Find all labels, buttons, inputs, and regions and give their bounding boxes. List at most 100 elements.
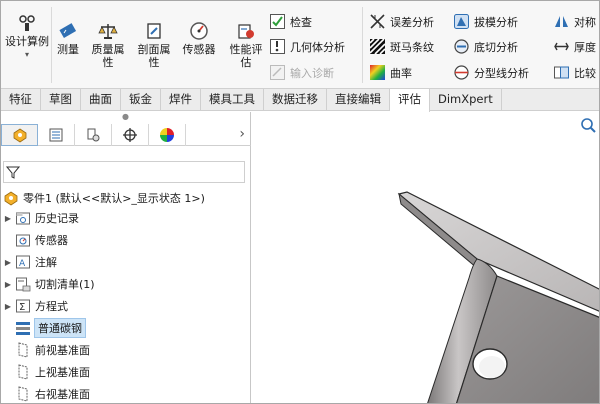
symmetry-check-label: 对称 — [574, 15, 596, 29]
symmetry-check-button[interactable]: 对称 — [553, 13, 596, 30]
tab-evaluate[interactable]: 评估 — [390, 89, 430, 112]
measure-button[interactable]: 测量 — [53, 21, 83, 56]
tree-item-label: 上视基准面 — [35, 366, 90, 379]
graphics-viewport[interactable] — [251, 112, 599, 403]
panel-grip-icon[interactable]: ● — [1, 112, 250, 124]
curvature-label: 曲率 — [390, 66, 412, 80]
sheet-metal-part — [397, 191, 599, 403]
tab-weldments[interactable]: 焊件 — [161, 89, 201, 111]
draft-analysis-button[interactable]: 拔模分析 — [453, 13, 518, 30]
tab-sheet-metal[interactable]: 钣金 — [121, 89, 161, 111]
chevron-down-icon: ▾ — [24, 50, 29, 59]
tree-item-right-plane[interactable]: 右视基准面 — [1, 384, 90, 403]
geometry-analysis-button[interactable]: 几何体分析 — [269, 38, 345, 55]
solidworks-window: 设计算例 ▾ 测量 质量属性 剖面属性 传感器 性能评估 检查 几何体分析 输入… — [0, 0, 600, 404]
curvature-icon — [370, 65, 385, 80]
tab-mold-tools[interactable]: 模具工具 — [201, 89, 264, 111]
plane-icon — [18, 364, 28, 380]
expand-arrow-icon[interactable]: ▶ — [1, 258, 15, 267]
filter-icon — [6, 166, 20, 179]
zebra-stripes-button[interactable]: 斑马条纹 — [369, 38, 434, 55]
tree-item-sensors[interactable]: 传感器 — [1, 230, 68, 250]
tree-item-label: 普通碳钢 — [34, 318, 86, 338]
tab-sketch[interactable]: 草图 — [41, 89, 81, 111]
tab-dimxpert[interactable]: DimXpert — [430, 89, 502, 111]
configuration-icon — [87, 128, 100, 141]
performance-icon — [238, 24, 254, 39]
import-diagnostics-label: 输入诊断 — [290, 66, 334, 80]
check-button[interactable]: 检查 — [269, 13, 312, 30]
undercut-analysis-button[interactable]: 底切分析 — [453, 38, 518, 55]
chevron-right-icon[interactable]: › — [239, 126, 245, 142]
material-icon — [16, 322, 30, 335]
command-manager-ribbon: 设计算例 ▾ 测量 质量属性 剖面属性 传感器 性能评估 检查 几何体分析 输入… — [1, 1, 599, 89]
zebra-stripes-icon — [369, 38, 386, 55]
tree-item-top-plane[interactable]: 上视基准面 — [1, 362, 90, 382]
feature-manager-panel: ● › 零件1 (默认<<默认>_显示状态 1>) ▶ 历史记录 传感器 ▶ A… — [1, 112, 251, 403]
geometry-analysis-label: 几何体分析 — [290, 40, 345, 54]
section-properties-button[interactable]: 剖面属性 — [133, 21, 175, 69]
tree-root-part[interactable]: 零件1 (默认<<默认>_显示状态 1>) — [1, 188, 205, 208]
thickness-analysis-label: 厚度 — [574, 40, 596, 54]
compare-label: 比较 — [574, 66, 596, 80]
undercut-analysis-icon — [454, 39, 469, 54]
section-properties-label: 剖面属性 — [137, 43, 171, 69]
design-study-label: 设计算例 — [5, 35, 49, 48]
expand-arrow-icon[interactable]: ▶ — [1, 302, 15, 311]
tree-item-history[interactable]: ▶ 历史记录 — [1, 208, 79, 228]
undercut-analysis-label: 底切分析 — [474, 40, 518, 54]
performance-eval-button[interactable]: 性能评估 — [225, 21, 267, 69]
tab-surfaces[interactable]: 曲面 — [81, 89, 121, 111]
part-icon — [13, 128, 26, 142]
annotations-folder-icon: A — [16, 255, 30, 269]
zoom-search-icon[interactable] — [579, 116, 597, 134]
tab-direct-editing[interactable]: 直接编辑 — [327, 89, 390, 111]
expand-arrow-icon[interactable]: ▶ — [1, 214, 15, 223]
thickness-analysis-button[interactable]: 厚度 — [553, 38, 596, 55]
design-study-icon — [19, 15, 35, 31]
deviation-analysis-label: 误差分析 — [390, 15, 434, 29]
deviation-analysis-icon — [370, 14, 385, 29]
geometry-analysis-icon — [270, 39, 285, 54]
display-manager-tab[interactable] — [149, 123, 186, 146]
command-tabs: 特征 草图 曲面 钣金 焊件 模具工具 数据迁移 直接编辑 评估 DimXper… — [1, 89, 599, 112]
design-study-button[interactable]: 设计算例 ▾ — [5, 13, 49, 61]
crosshair-icon — [123, 127, 137, 142]
tree-item-annotations[interactable]: ▶ A 注解 — [1, 252, 57, 272]
curvature-button[interactable]: 曲率 — [369, 64, 412, 81]
import-diagnostics-button[interactable]: 输入诊断 — [269, 64, 334, 81]
deviation-analysis-button[interactable]: 误差分析 — [369, 13, 434, 30]
compare-button[interactable]: 比较 — [553, 64, 596, 81]
zebra-stripes-label: 斑马条纹 — [390, 40, 434, 54]
tree-item-equations[interactable]: ▶ Σ 方程式 — [1, 296, 68, 316]
svg-text:A: A — [19, 259, 26, 269]
color-wheel-icon — [160, 127, 174, 142]
dimxpert-manager-tab[interactable] — [112, 123, 149, 146]
tree-item-cut-list[interactable]: ▶ 切割清单(1) — [1, 274, 95, 294]
configuration-manager-tab[interactable] — [75, 123, 112, 146]
draft-analysis-icon — [454, 14, 469, 29]
property-list-icon — [49, 128, 63, 141]
tree-item-material[interactable]: 普通碳钢 — [1, 318, 86, 338]
tab-data-migration[interactable]: 数据迁移 — [264, 89, 327, 111]
measure-icon — [59, 23, 77, 38]
property-manager-tab[interactable] — [38, 123, 75, 146]
feature-tree-tab[interactable] — [1, 123, 38, 146]
tree-item-label: 方程式 — [35, 300, 68, 313]
tree-item-front-plane[interactable]: 前视基准面 — [1, 340, 90, 360]
equations-icon: Σ — [16, 299, 30, 313]
symmetry-icon — [555, 16, 568, 27]
parting-line-analysis-button[interactable]: 分型线分析 — [453, 64, 529, 81]
performance-eval-label: 性能评估 — [229, 43, 263, 69]
parting-line-analysis-label: 分型线分析 — [474, 66, 529, 80]
mass-properties-label: 质量属性 — [91, 43, 125, 69]
measure-label: 测量 — [57, 43, 79, 56]
scale-icon — [98, 24, 118, 39]
expand-arrow-icon[interactable]: ▶ — [1, 280, 15, 289]
sensor-button[interactable]: 传感器 — [177, 21, 221, 56]
check-icon — [270, 14, 285, 29]
tree-filter-field[interactable] — [3, 161, 245, 183]
import-diagnostics-icon — [270, 65, 285, 80]
tab-features[interactable]: 特征 — [1, 89, 41, 111]
mass-properties-button[interactable]: 质量属性 — [87, 21, 129, 69]
